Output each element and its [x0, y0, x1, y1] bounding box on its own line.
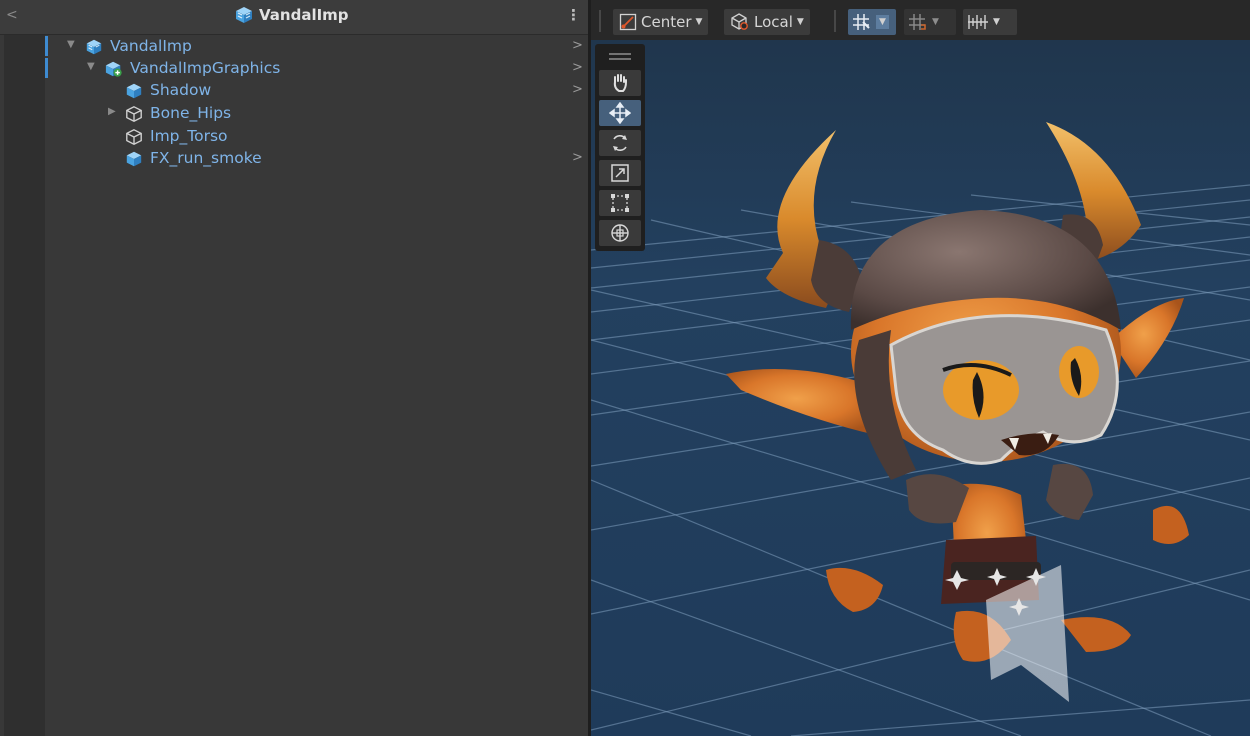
hand-tool-button[interactable]	[599, 70, 641, 96]
gameobject-icon	[126, 129, 142, 145]
scene-view[interactable]: Center ▼ Local ▼ ▼ ▼ ▼	[591, 0, 1250, 736]
scene-viewport[interactable]	[591, 40, 1250, 736]
toolbar-separator	[599, 10, 601, 32]
tree-row-imp-torso[interactable]: Imp_Torso	[45, 126, 588, 148]
prefab-icon	[126, 83, 142, 99]
dropdown-arrow-icon: ▼	[695, 17, 703, 27]
hand-icon	[613, 74, 627, 92]
page-title: VandalImp	[259, 6, 349, 24]
dropdown-arrow-icon: ▼	[993, 17, 1000, 27]
dropdown-arrow-icon: ▼	[796, 17, 804, 27]
chevron-right-icon[interactable]: >	[572, 60, 583, 75]
transform-tool-button[interactable]	[599, 220, 641, 246]
hierarchy-tree: ▼ VandalImp > ▼ VandalImpGraphics > Shad…	[45, 35, 588, 736]
scene-toolbar: Center ▼ Local ▼ ▼ ▼ ▼	[591, 0, 1250, 40]
pivot-space-label: Local	[754, 13, 793, 31]
dropdown-arrow-icon[interactable]: ▼	[876, 15, 889, 29]
tree-item-label: FX_run_smoke	[150, 149, 262, 167]
chevron-right-icon[interactable]: >	[572, 150, 583, 165]
tree-item-label: VandalImpGraphics	[130, 59, 281, 77]
foldout-expanded-icon[interactable]: ▼	[67, 39, 75, 50]
grid-snap-icon	[853, 14, 870, 30]
prefab-root-icon	[86, 39, 102, 55]
transform-combined-icon	[611, 224, 629, 242]
tools-overlay	[595, 44, 645, 251]
ruler-icon	[968, 15, 988, 29]
local-space-icon	[731, 13, 748, 30]
hierarchy-header: < VandalImp ⋮	[0, 0, 588, 35]
scale-tool-button[interactable]	[599, 160, 641, 186]
tree-item-label: Bone_Hips	[150, 104, 232, 122]
grid-snap-toggle[interactable]: ▼	[848, 9, 896, 35]
prefab-root-icon	[236, 7, 252, 23]
foldout-collapsed-icon[interactable]: ▶	[108, 106, 116, 117]
rotate-icon	[613, 135, 627, 151]
rotate-tool-button[interactable]	[599, 130, 641, 156]
tree-row-shadow[interactable]: Shadow >	[45, 80, 588, 102]
prefab-icon	[126, 151, 142, 167]
tree-row-bone-hips[interactable]: ▶ Bone_Hips	[45, 103, 588, 125]
chevron-right-icon[interactable]: >	[572, 82, 583, 97]
increment-snap-icon	[909, 14, 926, 30]
drag-handle-icon[interactable]	[609, 52, 631, 62]
ruler-toggle[interactable]: ▼	[963, 9, 1017, 35]
chevron-right-icon[interactable]: >	[572, 38, 583, 53]
rect-transform-icon	[611, 194, 629, 212]
selection-marker	[45, 58, 48, 78]
prefab-added-icon	[105, 61, 122, 77]
tree-item-label: VandalImp	[110, 37, 192, 55]
move-tool-button[interactable]	[599, 100, 641, 126]
gameobject-icon	[126, 106, 142, 122]
pivot-space-dropdown[interactable]: Local ▼	[724, 9, 810, 35]
hierarchy-panel: < VandalImp ⋮ ▼ VandalImp > ▼ VandalImpG…	[0, 0, 588, 736]
selection-marker	[45, 36, 48, 56]
toolbar-separator	[834, 10, 836, 32]
pivot-center-icon	[619, 13, 637, 31]
tree-row-vandalimp[interactable]: ▼ VandalImp >	[45, 36, 588, 58]
scale-icon	[611, 164, 629, 182]
move-arrows-icon	[609, 102, 631, 124]
tree-row-fx-run-smoke[interactable]: FX_run_smoke >	[45, 148, 588, 170]
rect-tool-button[interactable]	[599, 190, 641, 216]
increment-snap-toggle[interactable]: ▼	[904, 9, 956, 35]
back-arrow-icon[interactable]: <	[6, 7, 18, 23]
more-options-icon[interactable]: ⋮	[566, 6, 581, 24]
prefab-breadcrumb[interactable]: VandalImp	[234, 6, 349, 24]
hierarchy-gutter	[4, 35, 45, 736]
pivot-mode-label: Center	[641, 13, 692, 31]
dropdown-arrow-icon: ▼	[932, 17, 939, 27]
tree-item-label: Shadow	[150, 81, 212, 99]
pivot-mode-dropdown[interactable]: Center ▼	[613, 9, 709, 35]
tree-row-vandalimpgraphics[interactable]: ▼ VandalImpGraphics >	[45, 58, 588, 80]
foldout-expanded-icon[interactable]: ▼	[87, 61, 95, 72]
tree-item-label: Imp_Torso	[150, 127, 228, 145]
